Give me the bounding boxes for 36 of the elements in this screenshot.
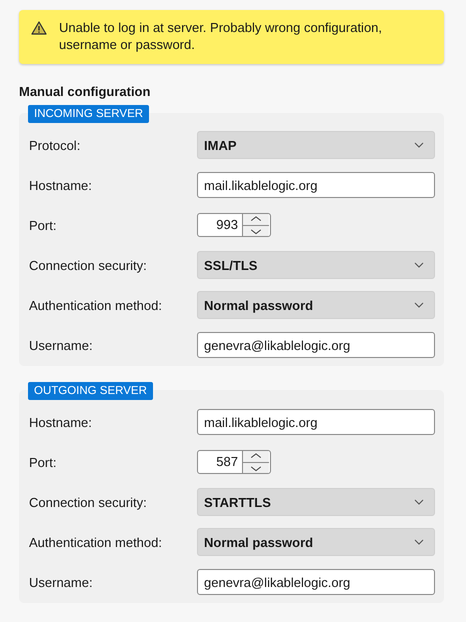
section-badge: OUTGOING SERVER: [28, 382, 153, 400]
field-label: Port:: [29, 218, 58, 232]
field-label: Authentication method:: [29, 534, 163, 550]
decrement-icon[interactable]: [243, 462, 269, 473]
section-badge: INCOMING SERVER: [28, 105, 150, 123]
dropdown[interactable]: IMAP: [197, 131, 435, 159]
port-spinbox[interactable]: 587: [197, 450, 271, 474]
field-label: Hostname:: [29, 414, 93, 430]
chevron-down-icon: [414, 499, 424, 505]
field-label: Port:: [29, 454, 58, 470]
section-heading: Manual configuration: [19, 84, 150, 99]
field-label: Protocol:: [29, 138, 82, 152]
text-field[interactable]: genevra@likablelogic.org: [197, 332, 435, 358]
chevron-down-icon: [414, 142, 424, 148]
decrement-icon[interactable]: [243, 224, 269, 236]
dropdown[interactable]: Normal password: [197, 528, 435, 556]
port-spinbox[interactable]: 993: [197, 213, 271, 237]
chevron-down-icon: [414, 262, 424, 268]
warning-message: Unable to log in at server. Probably wrong configuration, username or password.: [59, 19, 384, 53]
increment-icon[interactable]: [243, 214, 269, 224]
field-label: Authentication method:: [29, 298, 163, 312]
chevron-down-icon: [414, 539, 424, 545]
text-field[interactable]: mail.likablelogic.org: [197, 409, 435, 435]
field-label: Connection security:: [29, 258, 148, 272]
text-field[interactable]: genevra@likablelogic.org: [197, 569, 435, 595]
field-label: Username:: [29, 338, 94, 352]
field-label: Hostname:: [29, 178, 93, 192]
dropdown[interactable]: STARTTLS: [197, 488, 435, 516]
increment-icon[interactable]: [243, 451, 269, 462]
warning-icon: [31, 21, 47, 35]
field-label: Username:: [29, 574, 94, 590]
text-field[interactable]: mail.likablelogic.org: [197, 172, 435, 198]
chevron-down-icon: [414, 302, 424, 308]
field-label: Connection security:: [29, 494, 148, 510]
dropdown[interactable]: SSL/TLS: [197, 251, 435, 279]
dropdown[interactable]: Normal password: [197, 291, 435, 319]
